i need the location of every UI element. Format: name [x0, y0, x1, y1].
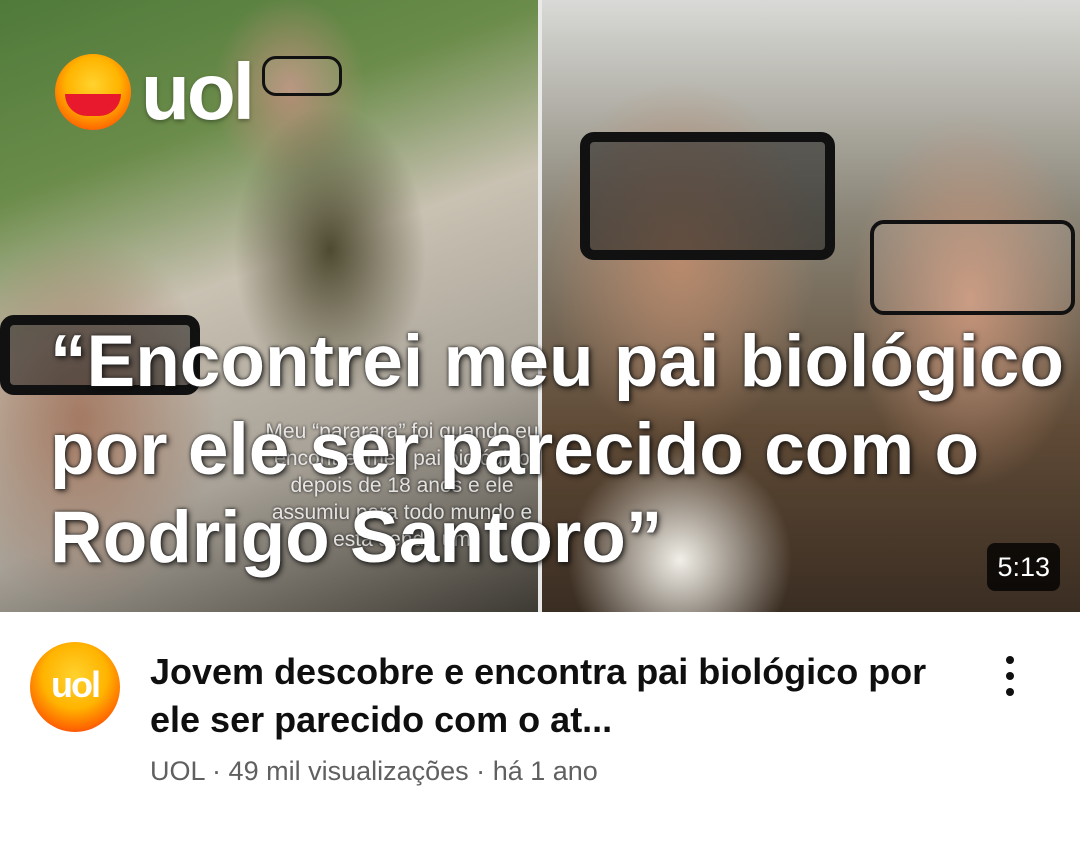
- channel-avatar-text: uol: [51, 664, 101, 705]
- thumbnail-headline: “Encontrei meu pai biológico por ele ser…: [50, 321, 1064, 578]
- channel-name[interactable]: UOL: [150, 756, 205, 786]
- video-title[interactable]: Jovem descobre e encontra pai biológico …: [150, 648, 970, 744]
- more-options-button[interactable]: [990, 648, 1030, 704]
- uol-logo: uol: [55, 47, 285, 136]
- uol-sun-icon: [55, 54, 131, 130]
- separator: ·: [212, 756, 222, 786]
- vertical-ellipsis-icon: [1006, 688, 1014, 696]
- sunglasses-right: [580, 132, 835, 260]
- video-subtitle: UOL · 49 mil visualizações · há 1 ano: [150, 756, 970, 787]
- vertical-ellipsis-icon: [1006, 656, 1014, 664]
- separator: ·: [476, 756, 486, 786]
- uol-logo-text: uol: [141, 47, 255, 136]
- view-count: 49 mil visualizações: [228, 756, 469, 786]
- video-metadata: uol Jovem descobre e encontra pai biológ…: [0, 612, 1080, 846]
- upload-age: há 1 ano: [492, 756, 598, 786]
- video-thumbnail[interactable]: uol Meu “pararara” foi quando eu encontr…: [0, 0, 1080, 612]
- vertical-ellipsis-icon: [1006, 672, 1014, 680]
- eyeglasses-girl-right: [870, 220, 1075, 315]
- channel-avatar[interactable]: uol: [30, 642, 120, 732]
- video-duration-badge: 5:13: [987, 543, 1060, 591]
